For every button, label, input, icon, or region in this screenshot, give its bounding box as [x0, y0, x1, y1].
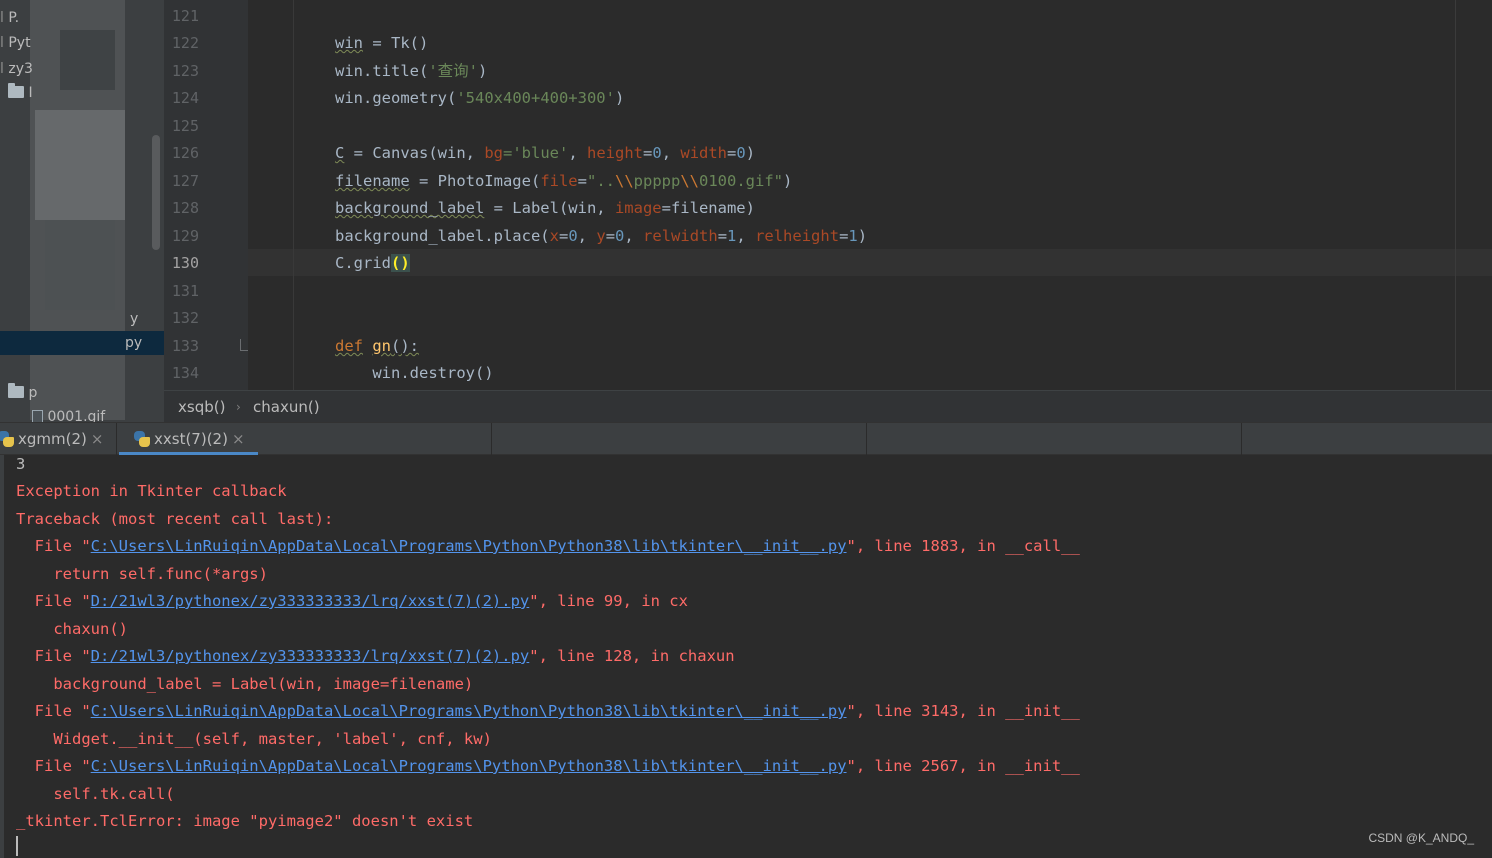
- file-link[interactable]: C:\Users\LinRuiqin\AppData\Local\Program…: [91, 702, 847, 720]
- breadcrumb: xsqb() › chaxun(): [164, 390, 1492, 422]
- tree-item[interactable]: 0001.gif: [32, 405, 105, 422]
- tab-divider: [116, 423, 117, 455]
- folder-icon: [8, 83, 24, 98]
- tree-item[interactable]: I: [8, 81, 33, 105]
- console-line: return self.func(*args): [16, 565, 268, 583]
- line-number: 122: [171, 34, 199, 52]
- code-line-127: filename = PhotoImage(file="..\\ppppp\\0…: [335, 172, 793, 190]
- tree-item[interactable]: l P.: [0, 6, 19, 30]
- console-traceback-line: File "D:/21wl3/pythonex/zy333333333/lrq/…: [16, 647, 735, 665]
- breadcrumb-item-xsqb[interactable]: xsqb(): [178, 391, 225, 423]
- indent-guide: [293, 0, 294, 390]
- text-cursor: [16, 836, 18, 856]
- code-line-123: win.title('查询'): [335, 62, 488, 80]
- line-number: 134: [171, 364, 199, 382]
- close-icon[interactable]: ×: [232, 430, 245, 448]
- code-line-129: background_label.place(x=0, y=0, relwidt…: [335, 227, 868, 245]
- breadcrumb-separator: ›: [236, 400, 241, 414]
- line-number: 123: [171, 62, 199, 80]
- tree-item[interactable]: l Pyt: [0, 31, 31, 55]
- file-link[interactable]: D:/21wl3/pythonex/zy333333333/lrq/xxst(7…: [91, 647, 530, 665]
- console-border: [0, 455, 4, 858]
- console-line: self.tk.call(: [16, 785, 175, 803]
- code-editor[interactable]: win = Tk() win.title('查询') win.geometry(…: [248, 0, 1492, 390]
- current-line-highlight: [248, 249, 1492, 276]
- console-line: Traceback (most recent call last):: [16, 510, 334, 528]
- line-number: 132: [171, 309, 199, 327]
- line-number: 126: [171, 144, 199, 162]
- line-number: 128: [171, 199, 199, 217]
- run-console[interactable]: 3 Exception in Tkinter callback Tracebac…: [0, 455, 1492, 858]
- line-number-gutter: 121 122 123 124 125 126 127 128 129 130 …: [164, 0, 248, 390]
- console-line: Exception in Tkinter callback: [16, 482, 287, 500]
- tree-item[interactable]: p: [8, 381, 37, 405]
- console-traceback-line: File "D:/21wl3/pythonex/zy333333333/lrq/…: [16, 592, 688, 610]
- tree-item[interactable]: y: [130, 307, 138, 331]
- console-error-line: _tkinter.TclError: image "pyimage2" does…: [16, 812, 474, 830]
- console-line: Widget.__init__(self, master, 'label', c…: [16, 730, 492, 748]
- console-line: 3: [16, 455, 26, 473]
- gif-file-icon: [32, 410, 43, 422]
- line-number: 133: [171, 337, 199, 355]
- tree-scrollbar[interactable]: [152, 135, 160, 250]
- file-link[interactable]: C:\Users\LinRuiqin\AppData\Local\Program…: [91, 537, 847, 555]
- tree-item[interactable]: l zy3: [0, 57, 33, 81]
- console-line: chaxun(): [16, 620, 128, 638]
- tree-item-selected[interactable]: py: [0, 331, 164, 355]
- code-line-122: win = Tk(): [335, 34, 429, 52]
- line-number: 124: [171, 89, 199, 107]
- right-margin-guide: [1455, 0, 1456, 390]
- tab-divider: [866, 423, 867, 455]
- file-link[interactable]: C:\Users\LinRuiqin\AppData\Local\Program…: [91, 757, 847, 775]
- line-number: 125: [171, 117, 199, 135]
- line-number: 127: [171, 172, 199, 190]
- run-tab-xxst[interactable]: xxst(7)(2) ×: [134, 423, 245, 455]
- code-line-128: background_label = Label(win, image=file…: [335, 199, 755, 217]
- code-line-126: C = Canvas(win, bg='blue', height=0, wid…: [335, 144, 756, 162]
- python-icon: [134, 431, 150, 447]
- tab-divider: [491, 423, 492, 455]
- console-traceback-line: File "C:\Users\LinRuiqin\AppData\Local\P…: [16, 702, 1080, 720]
- code-line-124: win.geometry('540x400+400+300'): [335, 89, 625, 107]
- line-number: 131: [171, 282, 199, 300]
- line-number: 129: [171, 227, 199, 245]
- blurred-region: [35, 110, 125, 220]
- breadcrumb-item-chaxun[interactable]: chaxun(): [253, 391, 320, 423]
- run-tab-bar: xgmm(2) × xxst(7)(2) ×: [0, 422, 1492, 456]
- code-line-133: def gn():: [335, 337, 420, 355]
- close-icon[interactable]: ×: [91, 430, 104, 448]
- folder-icon: [8, 383, 24, 398]
- code-line-130: C.grid(): [335, 254, 410, 272]
- project-tree-panel: l P. l Pyt l zy3 I y py p 0001.gif: [0, 0, 164, 422]
- console-traceback-line: File "C:\Users\LinRuiqin\AppData\Local\P…: [16, 537, 1080, 555]
- console-traceback-line: File "C:\Users\LinRuiqin\AppData\Local\P…: [16, 757, 1080, 775]
- line-number: 121: [171, 7, 199, 25]
- blurred-region: [60, 30, 115, 90]
- blurred-region: [45, 220, 115, 310]
- watermark: CSDN @K_ANDQ_: [1368, 831, 1474, 845]
- file-link[interactable]: D:/21wl3/pythonex/zy333333333/lrq/xxst(7…: [91, 592, 530, 610]
- line-number-current: 130: [171, 254, 199, 272]
- code-line-134: win.destroy(): [335, 364, 494, 382]
- console-line: background_label = Label(win, image=file…: [16, 675, 474, 693]
- tab-divider: [1241, 423, 1242, 455]
- python-icon: [0, 431, 14, 447]
